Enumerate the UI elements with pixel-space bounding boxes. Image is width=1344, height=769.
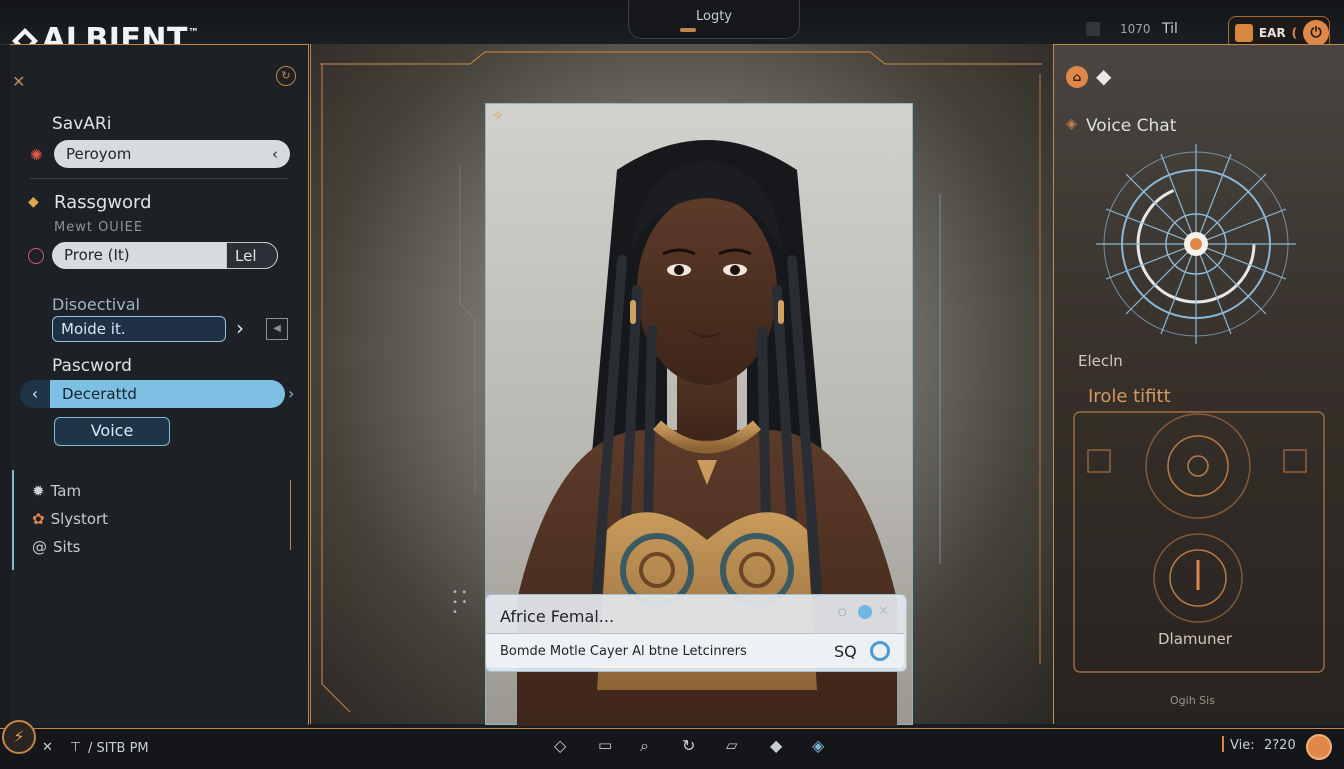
right-label-dlamuner: Dlamuner [1158, 630, 1232, 648]
divider [30, 178, 288, 179]
layers-tool-icon[interactable]: ◈ [812, 736, 834, 758]
bottom-status-text: / SITB PM [88, 741, 149, 756]
chevron-right-icon[interactable]: › [236, 316, 244, 340]
alert-icon: ✺ [30, 146, 43, 164]
prev-arrow-icon[interactable]: ‹ [20, 380, 50, 408]
tab-indicator [680, 28, 696, 32]
diamond-icon[interactable]: ◆ [1096, 64, 1111, 88]
image-tool-icon[interactable]: ▭ [598, 736, 620, 758]
refresh-tool-icon[interactable]: ↻ [682, 736, 704, 758]
lel-button[interactable]: Lel [226, 242, 278, 269]
pin-icon[interactable]: ⊤ [70, 740, 81, 755]
link-icon[interactable] [858, 605, 872, 619]
view-value: 2?20 [1264, 738, 1296, 753]
power-icon[interactable]: ⏻ [1303, 20, 1329, 46]
scrollbar[interactable] [284, 480, 291, 550]
field-peroyom[interactable]: Peroyom ‹ [54, 140, 290, 168]
sun-icon: ✹ [32, 482, 45, 500]
stat-value: 1070 [1120, 22, 1151, 36]
dot-indicator-icon: ○ [838, 607, 847, 618]
zoom-tool-icon[interactable]: ⌕ [640, 736, 662, 758]
bottom-bar [0, 728, 1344, 769]
tools-icon[interactable]: ✕ [42, 740, 53, 755]
nav-item-slystort[interactable]: ✿ Slystort [32, 510, 108, 528]
corner-marker-icon: ✕ [12, 72, 26, 91]
result-subtitle-row: Bomde Motle Cayer Al btne Letcinrers SQ [486, 633, 904, 668]
info-icon[interactable]: ↻ [276, 66, 296, 86]
voice-button[interactable]: Voice [54, 417, 170, 446]
section-label-rassgword: Rassgword [54, 192, 152, 213]
field-moide[interactable]: Moide it. [52, 316, 226, 342]
brush-tool-icon[interactable]: ◇ [554, 736, 576, 758]
next-arrow-icon[interactable]: › [288, 384, 294, 403]
target-icon[interactable] [870, 641, 890, 661]
nav-accent-line [12, 470, 14, 570]
nav-item-tam[interactable]: ✹ Tam [32, 482, 81, 500]
paw-icon: ✿ [32, 510, 45, 528]
particles-icon: • ∙ ∙ • • [452, 587, 468, 618]
right-footer-text: Ogih Sis [1170, 694, 1215, 707]
play-back-icon[interactable]: ◀ [266, 318, 288, 340]
square-icon[interactable] [1086, 22, 1100, 36]
center-title-tab[interactable]: Logty [628, 0, 800, 39]
result-title: Africe Femal... [500, 607, 615, 626]
section-label-pascword: Pascword [52, 356, 132, 376]
section-label-disoectival: Disoectival [52, 295, 140, 314]
home-icon[interactable]: ⌂ [1066, 66, 1088, 88]
file-tool-icon[interactable]: ▱ [726, 736, 748, 758]
chevron-left-icon[interactable]: ‹ [272, 140, 278, 168]
sparkle-icon: ✧ [492, 108, 504, 124]
right-label-irole: Irole tifitt [1088, 386, 1171, 407]
settings-orb-icon[interactable] [1306, 734, 1332, 760]
nav-item-sits[interactable]: @ Sits [32, 538, 80, 556]
right-label-elecln: Elecln [1078, 352, 1123, 370]
stat-label: Til [1162, 21, 1178, 37]
close-icon[interactable]: ✕ [878, 604, 889, 619]
diamond-tool-icon[interactable]: ◆ [770, 736, 792, 758]
record-icon [28, 248, 44, 264]
at-icon: @ [32, 538, 47, 556]
field-decerattd[interactable]: Decerattd [50, 380, 285, 408]
section-sublabel: Mewt OUIEE [54, 220, 144, 235]
voice-chat-icon: ◈ [1066, 116, 1077, 132]
separator [1222, 736, 1224, 752]
view-label: Vie: [1230, 738, 1255, 753]
voice-chat-header: Voice Chat [1086, 116, 1177, 136]
shield-icon: ◆ [28, 194, 39, 210]
voice-radar-dial[interactable] [1076, 140, 1316, 350]
section-label-savari: SavARi [52, 114, 112, 134]
lightning-icon[interactable]: ⚡ [2, 720, 36, 754]
result-code: SQ [834, 642, 857, 661]
user-badge-icon [1235, 24, 1253, 42]
result-card[interactable]: Africe Femal... ○ ✕ Bomde Motle Cayer Al… [485, 594, 907, 672]
